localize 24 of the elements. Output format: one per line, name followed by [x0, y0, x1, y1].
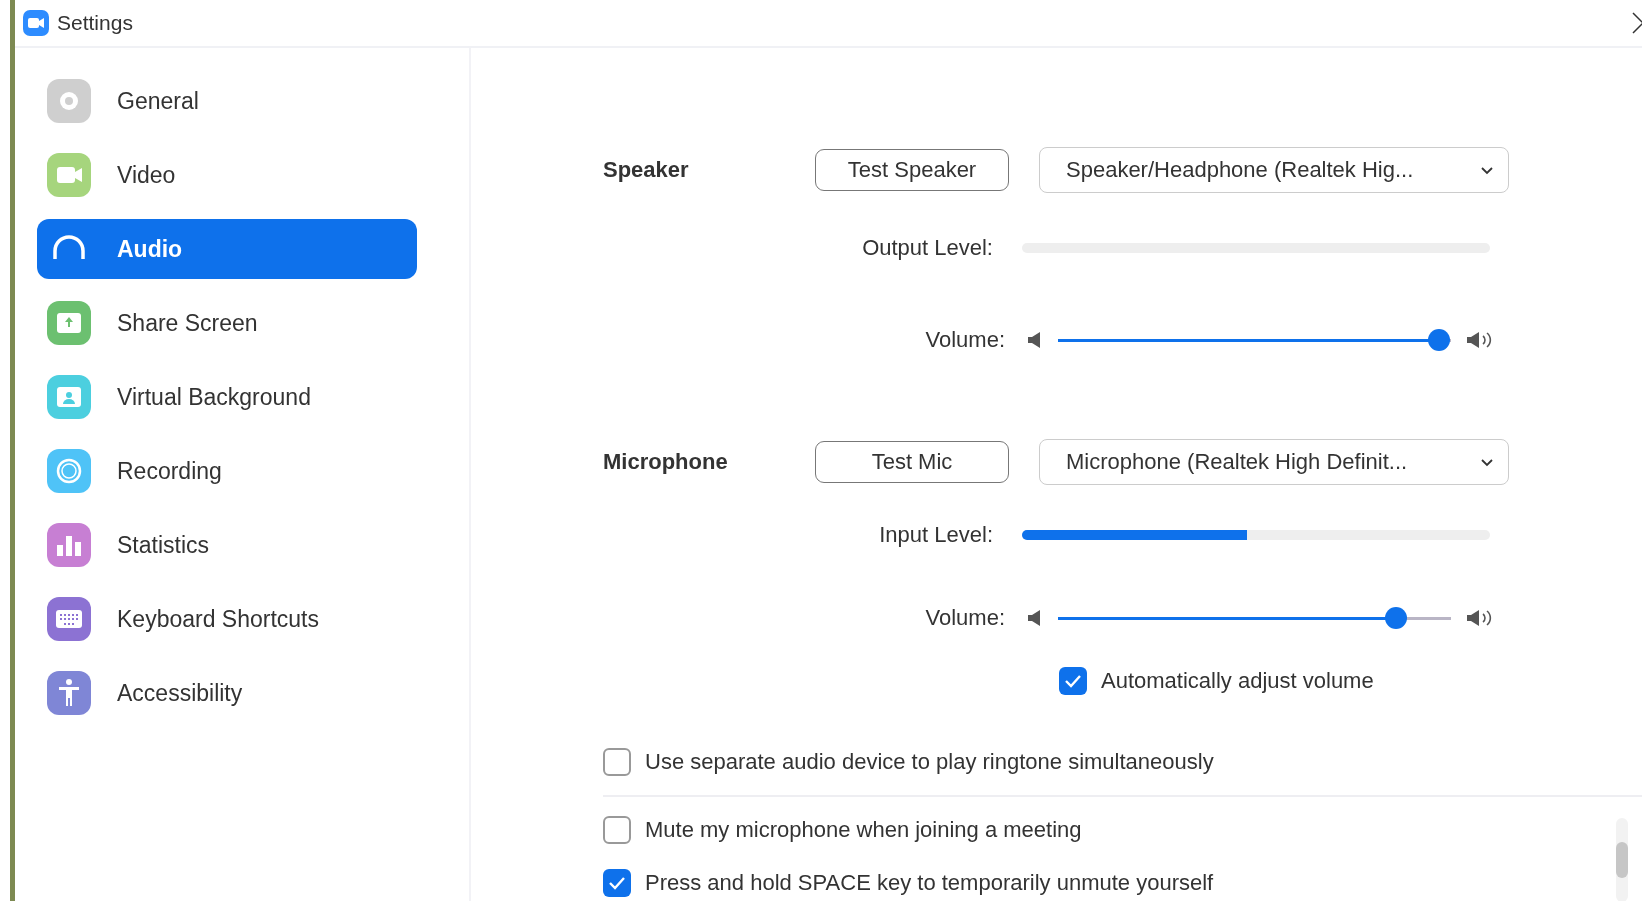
section-heading: Microphone	[603, 449, 729, 475]
sidebar-item[interactable]: Recording	[37, 441, 417, 501]
sidebar-item[interactable]: General	[37, 71, 417, 131]
window-title: Settings	[57, 11, 133, 35]
level-label: Output Level:	[861, 235, 993, 261]
sidebar-item[interactable]: Audio	[37, 219, 417, 279]
volume-label: Volume:	[924, 605, 1005, 631]
checkbox-label: Press and hold SPACE key to temporarily unmute yourself	[645, 870, 1214, 896]
checkbox-label: Mute my microphone when joining a meeting	[645, 817, 1082, 843]
test-button[interactable]: Test Mic	[815, 441, 1009, 483]
sidebar-item[interactable]: Statistics	[37, 515, 417, 575]
device-dropdown[interactable]: Speaker/Headphone (Realtek Hig...	[1039, 147, 1509, 193]
device-dropdown[interactable]: Microphone (Realtek High Definit...	[1039, 439, 1509, 485]
volume-label: Volume:	[924, 327, 1005, 353]
test-button[interactable]: Test Speaker	[815, 149, 1009, 191]
sidebar-item[interactable]: Keyboard Shortcuts	[37, 589, 417, 649]
section-heading: Speaker	[603, 157, 690, 183]
level-label: Input Level:	[878, 522, 993, 548]
checkbox-label: Automatically adjust volume	[1101, 668, 1374, 694]
sidebar-item[interactable]: Virtual Background	[37, 367, 417, 427]
sidebar-item[interactable]: Share Screen	[37, 293, 417, 353]
sidebar-item[interactable]: Accessibility	[37, 663, 417, 723]
sidebar-item[interactable]: Video	[37, 145, 417, 205]
checkbox-label: Use separate audio device to play ringtone simultaneously	[645, 749, 1214, 775]
